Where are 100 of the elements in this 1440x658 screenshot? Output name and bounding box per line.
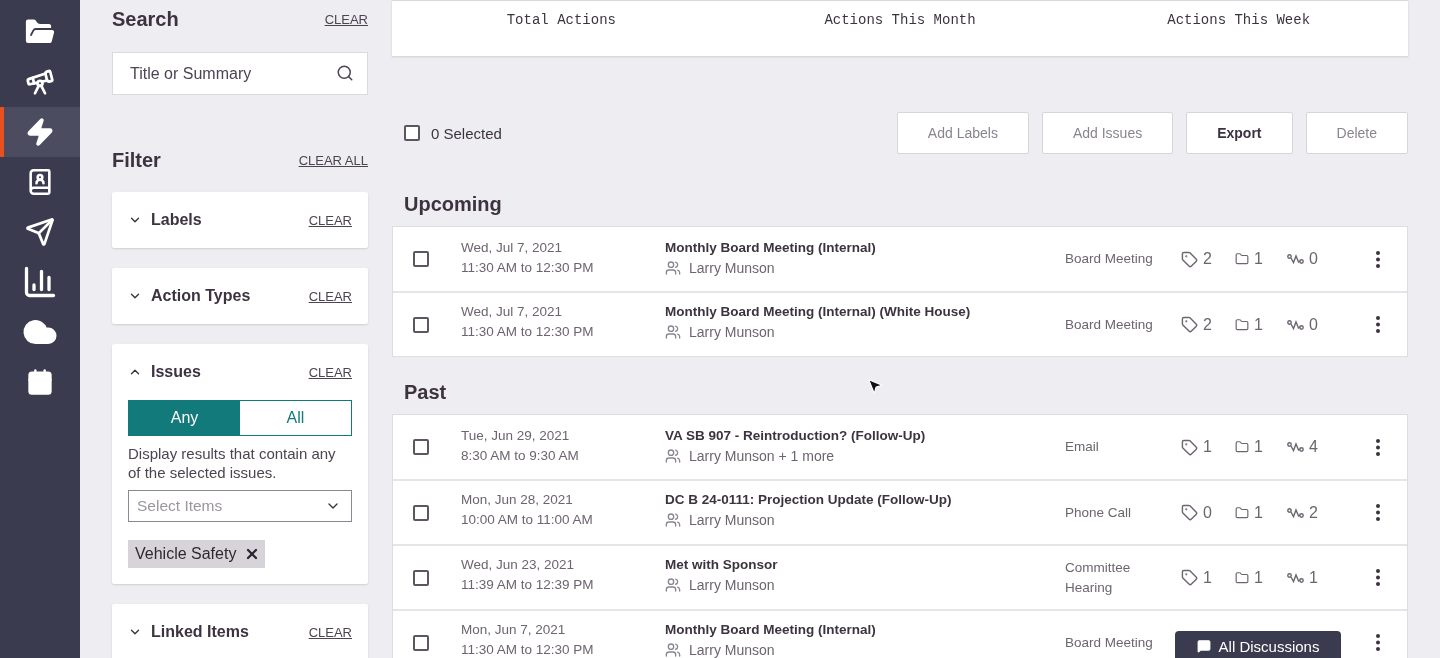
issues-count: 1 xyxy=(1254,315,1263,334)
folder-icon xyxy=(1235,570,1249,585)
time-text: 11:30 AM to 12:30 PM xyxy=(461,260,595,276)
clear-link[interactable]: CLEAR xyxy=(308,212,352,228)
group-heading: Upcoming xyxy=(404,192,502,217)
kebab-icon xyxy=(1376,569,1380,586)
date-text: Tue, Jun 29, 2021 xyxy=(461,428,571,444)
filter-title: Labels xyxy=(151,211,203,229)
clear-link[interactable]: CLEAR xyxy=(308,364,352,380)
chat-icon xyxy=(1196,639,1211,653)
tag-icon xyxy=(1181,250,1198,268)
linked-nodes-icon xyxy=(1287,506,1304,519)
people-icon xyxy=(665,642,681,658)
time-text: 8:30 AM to 9:30 AM xyxy=(461,448,580,464)
date-text: Wed, Jun 23, 2021 xyxy=(461,557,576,573)
action-title: VA SB 907 - Reintroduction? (Follow-Up) xyxy=(665,428,927,444)
issues-count: 1 xyxy=(1254,568,1263,587)
action-row[interactable]: Wed, Jul 7, 2021 11:30 AM to 12:30 PM Monthly Board Meeting (Internal) Larry Munson Board Meeting 2 1 0 xyxy=(393,227,1407,291)
issues-count: 1 xyxy=(1254,438,1263,456)
time-text: 11:30 AM to 12:30 PM xyxy=(461,642,595,658)
action-type: Board Meeting xyxy=(1065,633,1154,652)
action-row[interactable]: Mon, Jun 7, 2021 11:30 AM to 12:30 PM Monthly Board Meeting (Internal) Larry Munson Board Meeting All Discussions xyxy=(393,609,1407,658)
clear-link[interactable]: CLEAR xyxy=(308,288,352,304)
kebab-icon xyxy=(1376,438,1380,456)
people-text: Larry Munson xyxy=(689,577,775,593)
checkbox[interactable] xyxy=(413,504,429,521)
kebab-icon xyxy=(1376,250,1380,268)
selected-count: 0 Selected xyxy=(431,124,502,142)
people-text: Larry Munson xyxy=(689,260,775,276)
checkbox[interactable] xyxy=(413,439,429,455)
issues-count: 1 xyxy=(1254,250,1263,268)
people-text: Larry Munson xyxy=(689,642,775,658)
links-count: 1 xyxy=(1309,568,1318,587)
clear-link[interactable]: CLEAR xyxy=(324,12,368,27)
clear-link[interactable]: CLEAR xyxy=(308,624,352,640)
time-text: 11:39 AM to 12:39 PM xyxy=(461,577,595,593)
people-text: Larry Munson xyxy=(689,512,775,528)
time-text: 11:30 AM to 12:30 PM xyxy=(461,324,595,340)
linked-nodes-icon xyxy=(1287,441,1304,453)
action-row[interactable]: Wed, Jun 23, 2021 11:39 AM to 12:39 PM Met with Sponsor Larry Munson Committee Hearing 1 1 1 xyxy=(393,544,1407,609)
action-row[interactable]: Wed, Jul 7, 2021 11:30 AM to 12:30 PM Monthly Board Meeting (Internal) (White House) Larry Munson Board Meeting 2 1 0 xyxy=(393,291,1407,356)
kebab-icon xyxy=(1376,634,1380,651)
people-text: Larry Munson xyxy=(689,324,775,340)
search-icon xyxy=(336,64,354,82)
action-type: Phone Call xyxy=(1065,503,1133,522)
checkbox[interactable] xyxy=(413,251,429,267)
nav-item[interactable] xyxy=(0,107,80,157)
kebab-icon xyxy=(1376,504,1380,521)
action-title: Monthly Board Meeting (Internal) (White House) xyxy=(665,304,972,320)
search-heading: Search xyxy=(112,8,179,31)
action-title: DC B 24-0111: Projection Update (Follow-Up) xyxy=(665,492,953,508)
tooltip-text: All Discussions xyxy=(1218,637,1320,655)
checkbox[interactable] xyxy=(413,634,429,651)
group-heading: Past xyxy=(404,380,447,405)
links-count: 0 xyxy=(1309,315,1318,334)
links-count: 2 xyxy=(1309,503,1318,522)
folder-icon xyxy=(1235,252,1249,266)
date-text: Mon, Jun 7, 2021 xyxy=(461,622,567,638)
action-type: Board Meeting xyxy=(1065,315,1154,334)
links-count: 0 xyxy=(1309,250,1318,268)
action-type: Email xyxy=(1065,438,1100,456)
people-icon xyxy=(665,448,681,464)
people-icon xyxy=(665,260,681,276)
labels-count: 0 xyxy=(1203,503,1212,522)
contact-book-icon xyxy=(26,168,54,196)
calendar-icon xyxy=(26,368,54,396)
action-type: Board Meeting xyxy=(1065,250,1154,268)
time-text: 10:00 AM to 11:00 AM xyxy=(461,512,594,528)
labels-count: 1 xyxy=(1203,438,1212,456)
stat-label: Actions This Week xyxy=(1166,12,1312,30)
telescope-icon xyxy=(25,67,55,97)
linked-nodes-icon xyxy=(1287,318,1304,331)
action-title: Monthly Board Meeting (Internal) xyxy=(665,622,877,638)
people-icon xyxy=(665,512,681,528)
action-button[interactable]: Export xyxy=(1186,112,1293,154)
bar-chart-icon xyxy=(22,264,58,300)
filter-heading: Filter xyxy=(112,149,161,172)
filter-title: Action Types xyxy=(151,287,252,305)
search-field[interactable]: Title or Summary xyxy=(112,52,368,95)
tag-icon xyxy=(1181,504,1198,521)
issues-count: 1 xyxy=(1254,503,1263,522)
checkbox[interactable] xyxy=(404,125,420,141)
checkbox[interactable] xyxy=(413,316,429,333)
checkbox[interactable] xyxy=(413,569,429,586)
mouse-cursor-icon xyxy=(866,377,884,395)
clear-all-link[interactable]: CLEAR ALL xyxy=(298,153,368,168)
stat-label: Actions This Month xyxy=(823,12,977,30)
folder-icon xyxy=(1235,505,1249,520)
chip-label: Vehicle Safety xyxy=(135,545,237,563)
tag-icon xyxy=(1181,438,1198,456)
action-row[interactable]: Tue, Jun 29, 2021 8:30 AM to 9:30 AM VA SB 907 - Reintroduction? (Follow-Up) Larry Munson + 1 more Email 1 1 4 xyxy=(393,415,1407,479)
match-option[interactable]: Any xyxy=(129,401,240,435)
date-text: Mon, Jun 28, 2021 xyxy=(461,492,574,508)
action-title: Met with Sponsor xyxy=(665,557,779,573)
filter-title: Linked Items xyxy=(151,623,250,641)
kebab-icon xyxy=(1376,316,1380,333)
folder-icon xyxy=(1235,440,1249,454)
action-row[interactable]: Mon, Jun 28, 2021 10:00 AM to 11:00 AM DC B 24-0111: Projection Update (Follow-Up) Larry Munson Phone Call 0 1 2 xyxy=(393,479,1407,544)
links-count: 4 xyxy=(1309,438,1318,456)
action-type: Committee Hearing xyxy=(1065,558,1132,597)
